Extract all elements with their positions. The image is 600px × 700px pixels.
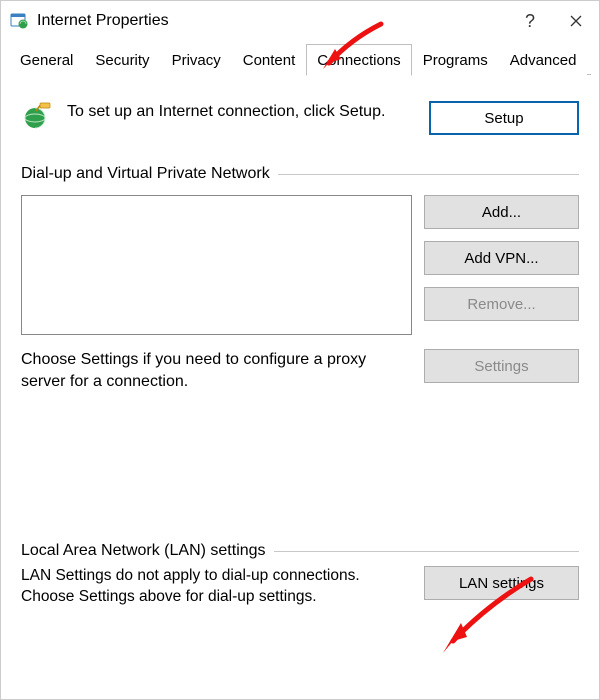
app-icon [9,11,29,31]
dialup-heading: Dial-up and Virtual Private Network [21,165,579,183]
connections-listbox[interactable] [21,195,412,335]
lan-description: LAN Settings do not apply to dial-up con… [21,566,412,608]
divider [274,551,579,552]
remove-button: Remove... [424,287,579,321]
lan-settings-button[interactable]: LAN settings [424,566,579,600]
add-vpn-button[interactable]: Add VPN... [424,241,579,275]
lan-heading-label: Local Area Network (LAN) settings [21,542,266,560]
help-button[interactable]: ? [507,1,553,41]
tab-connections[interactable]: Connections [306,44,411,76]
tab-strip: General Security Privacy Content Connect… [1,41,599,75]
tab-content[interactable]: Content [232,45,307,75]
lan-heading: Local Area Network (LAN) settings [21,542,579,560]
proxy-description: Choose Settings if you need to configure… [21,349,412,392]
setup-description: To set up an Internet connection, click … [67,101,415,123]
dialup-settings-button: Settings [424,349,579,383]
dialup-heading-label: Dial-up and Virtual Private Network [21,165,270,183]
divider [278,174,579,175]
tab-privacy[interactable]: Privacy [161,45,232,75]
close-button[interactable] [553,1,599,41]
tab-security[interactable]: Security [84,45,160,75]
window-title: Internet Properties [37,12,507,30]
add-button[interactable]: Add... [424,195,579,229]
globe-wizard-icon [21,101,53,131]
tab-general[interactable]: General [9,45,84,75]
tab-advanced[interactable]: Advanced [499,45,588,75]
titlebar: Internet Properties ? [1,1,599,41]
tab-programs[interactable]: Programs [412,45,499,75]
setup-button[interactable]: Setup [429,101,579,135]
